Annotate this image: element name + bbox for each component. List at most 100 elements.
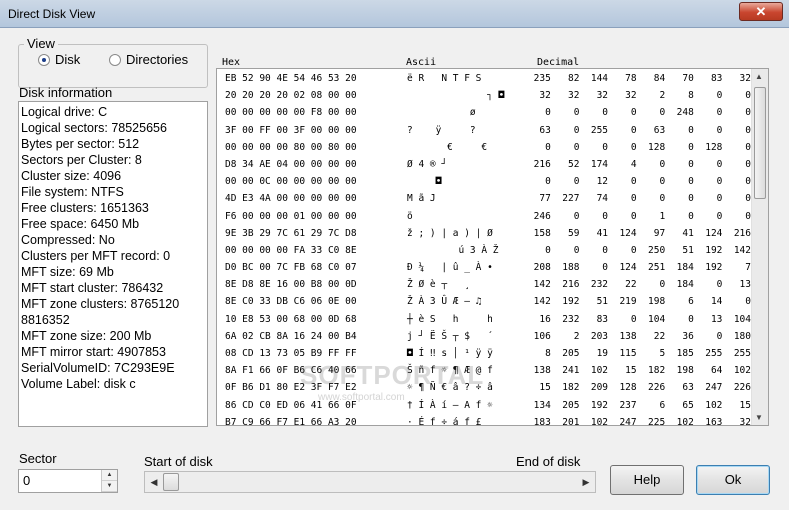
ascii-chars: ┼ è S h h	[407, 313, 493, 325]
hex-row: 6A 02 CB 8A 16 24 00 B4 j ┘ Ë Š ┬ $ ´ 106 …	[217, 328, 753, 345]
scroll-down-icon[interactable]: ▼	[755, 413, 763, 422]
window-title: Direct Disk View	[8, 7, 96, 21]
decimal-values: 15 182 209 128 226 63 247 226	[539, 382, 751, 394]
decimal-values: 0 0 12 0 0 0 0 0	[545, 176, 751, 188]
radio-selected-icon[interactable]	[38, 53, 50, 66]
hex-row: 9E 3B 29 7C 61 29 7C D8 ž ; ) | a ) | Ø 15…	[217, 225, 753, 242]
disk-info-line: Logical sectors: 78525656	[21, 121, 167, 135]
hex-row: D8 34 AE 04 00 00 00 00 Ø 4 ® ┘ 216 52 174…	[217, 156, 753, 173]
hex-bytes: 00 00 00 00 80 00 80 00	[225, 141, 357, 153]
hex-bytes: 8E C0 33 DB C6 06 0E 00	[225, 296, 357, 308]
hex-row: 20 20 20 20 02 08 00 00 ┐ ◘ 32 32 32 32 2…	[217, 87, 753, 104]
ascii-chars: Ð ¼ | û _ À •	[407, 262, 493, 274]
hex-view-panel[interactable]: EB 52 90 4E 54 46 53 20 ë R N T F S 235 82…	[216, 68, 769, 426]
spin-up-icon[interactable]: ▲	[102, 470, 117, 481]
decimal-values: 8 205 19 115 5 185 255 255	[545, 348, 751, 359]
title-bar: Direct Disk View ✕	[0, 0, 789, 28]
hex-bytes: 00 00 00 00 FA 33 C0 8E	[225, 244, 357, 256]
decimal-values: 16 232 83 0 104 0 13 104	[539, 313, 751, 325]
disk-info-line: MFT zone size: 200 Mb	[21, 329, 152, 343]
hex-bytes: 20 20 20 20 02 08 00 00	[225, 90, 357, 102]
start-of-disk-label: Start of disk	[144, 454, 213, 469]
decimal-values: 235 82 144 78 84 70 83 32	[533, 73, 751, 84]
ascii-chars: Ž Ø è ┬ ¸	[407, 279, 470, 291]
decimal-values: 208 188 0 124 251 184 192 7	[533, 262, 751, 274]
decimal-values: 106 2 203 138 22 36 0 180	[533, 330, 751, 342]
scroll-thumb[interactable]	[754, 87, 766, 199]
hex-bytes: 9E 3B 29 7C 61 29 7C D8	[225, 227, 357, 239]
ascii-chars: ┐ ◘	[407, 90, 505, 102]
decimal-values: 0 0 0 0 0 248 0 0	[545, 107, 751, 119]
scroll-right-icon[interactable]: ▶	[577, 472, 595, 492]
ascii-chars: † Í À í – A f ☼	[407, 399, 493, 411]
disk-radio[interactable]: Disk	[38, 52, 80, 67]
ascii-chars: ◘	[407, 176, 442, 188]
hex-bytes: 4D E3 4A 00 00 00 00 00	[225, 193, 357, 205]
close-button[interactable]: ✕	[739, 2, 783, 21]
disk-info-line: MFT size: 69 Mb	[21, 265, 114, 279]
decimal-values: 142 192 51 219 198 6 14 0	[533, 296, 751, 308]
scroll-left-icon[interactable]: ◀	[145, 472, 163, 492]
decimal-values: 0 0 0 0 128 0 128 0	[545, 141, 751, 153]
hex-row: D0 BC 00 7C FB 68 C0 07 Ð ¼ | û _ À • 208 …	[217, 259, 753, 276]
hex-column-header: Hex	[222, 57, 241, 68]
hex-bytes: 8E D8 8E 16 00 B8 00 0D	[225, 279, 357, 291]
decimal-values: 77 227 74 0 0 0 0 0	[539, 193, 751, 205]
ascii-chars: M ã J	[407, 193, 436, 205]
radio-unselected-icon[interactable]	[109, 53, 121, 66]
disk-info-list[interactable]: Logical drive: C Logical sectors: 7852565…	[18, 101, 208, 427]
help-button[interactable]: Help	[610, 465, 684, 495]
hex-row: 86 CD C0 ED 06 41 66 0F † Í À í – A f ☼ 13…	[217, 397, 753, 414]
hex-row: F6 00 00 00 01 00 00 00 ö 246 0 0 0 1 0 0 …	[217, 208, 753, 225]
hex-row: 0F B6 D1 80 E2 3F F7 E2 ☼ ¶ Ñ € â ? ÷ â 15…	[217, 379, 753, 396]
position-thumb[interactable]	[163, 473, 179, 491]
ascii-chars: Ø 4 ® ┘	[407, 158, 448, 170]
disk-info-line: MFT zone clusters: 8765120	[21, 297, 180, 311]
spin-down-icon[interactable]: ▼	[102, 481, 117, 492]
decimal-values: 183 201 102 247 225 102 163 32	[533, 416, 751, 426]
hex-bytes: 00 00 00 00 00 F8 00 00	[225, 107, 357, 119]
ascii-chars: ë R N T F S	[407, 73, 482, 84]
disk-radio-label: Disk	[55, 52, 81, 67]
disk-info-line: 8816352	[21, 313, 70, 327]
sector-label: Sector	[19, 451, 57, 466]
hex-bytes: D0 BC 00 7C FB 68 C0 07	[225, 262, 357, 274]
hex-row: 00 00 00 00 80 00 80 00 € € 0 0 0 0 128 0…	[217, 139, 753, 156]
hex-row: 08 CD 13 73 05 B9 FF FF ◘ Í ‼ s │ ¹ ÿ ÿ8 …	[217, 345, 753, 362]
hex-row: 8A F1 66 0F B6 C6 40 66 Š ñ f ☼ ¶ Æ @ f 13…	[217, 362, 753, 379]
watermark-url: www.softportal.com	[318, 392, 405, 403]
ascii-chars: · É f ÷ á f £	[407, 416, 482, 426]
hex-bytes: 6A 02 CB 8A 16 24 00 B4	[225, 330, 357, 342]
disk-info-line: Clusters per MFT record: 0	[21, 249, 171, 263]
hex-row: EB 52 90 4E 54 46 53 20 ë R N T F S 235 82…	[217, 70, 753, 87]
ok-button[interactable]: Ok	[696, 465, 770, 495]
hex-row: B7 C9 66 F7 E1 66 A3 20 · É f ÷ á f £ 183 …	[217, 414, 753, 426]
ascii-column-header: Ascii	[406, 57, 437, 68]
ascii-chars: ø	[407, 107, 476, 119]
scroll-up-icon[interactable]: ▲	[755, 72, 763, 81]
disk-info-line: Free space: 6450 Mb	[21, 217, 140, 231]
disk-info-line: SerialVolumeID: 7C293E9E	[21, 361, 175, 375]
watermark: SOFTPORTAL	[300, 360, 485, 390]
hex-row: 00 00 00 00 00 F8 00 00 ø 0 0 0 0 0 248 0…	[217, 104, 753, 121]
sector-spinner[interactable]: ▲ ▼	[101, 470, 117, 492]
decimal-values: 138 241 102 15 182 198 64 102	[533, 365, 751, 377]
ascii-chars: ö	[407, 210, 413, 222]
disk-info-line: Logical drive: C	[21, 105, 108, 119]
disk-position-scrollbar[interactable]: ◀ ▶	[144, 471, 596, 493]
disk-info-line: MFT start cluster: 786432	[21, 281, 164, 295]
disk-info-line: Compressed: No	[21, 233, 115, 247]
decimal-values: 216 52 174 4 0 0 0 0	[533, 158, 751, 170]
hex-bytes: B7 C9 66 F7 E1 66 A3 20	[225, 416, 357, 426]
hex-bytes: D8 34 AE 04 00 00 00 00	[225, 158, 357, 170]
directories-radio[interactable]: Directories	[109, 52, 188, 67]
hex-rows: EB 52 90 4E 54 46 53 20 ë R N T F S 235 82…	[217, 70, 753, 426]
hex-row: 10 E8 53 00 68 00 0D 68 ┼ è S h h 16 232 8…	[217, 311, 753, 328]
disk-info-line: Free clusters: 1651363	[21, 201, 149, 215]
vertical-scrollbar[interactable]: ▲ ▼	[751, 69, 768, 425]
disk-info-line: Bytes per sector: 512	[21, 137, 140, 151]
hex-row: 8E C0 33 DB C6 06 0E 00 Ž À 3 Û Æ – ♫ 142 …	[217, 293, 753, 310]
disk-info-line: Sectors per Cluster: 8	[21, 153, 142, 167]
hex-bytes: 00 00 0C 00 00 00 00 00	[225, 176, 357, 188]
decimal-values: 0 0 0 0 250 51 192 142	[545, 244, 751, 256]
